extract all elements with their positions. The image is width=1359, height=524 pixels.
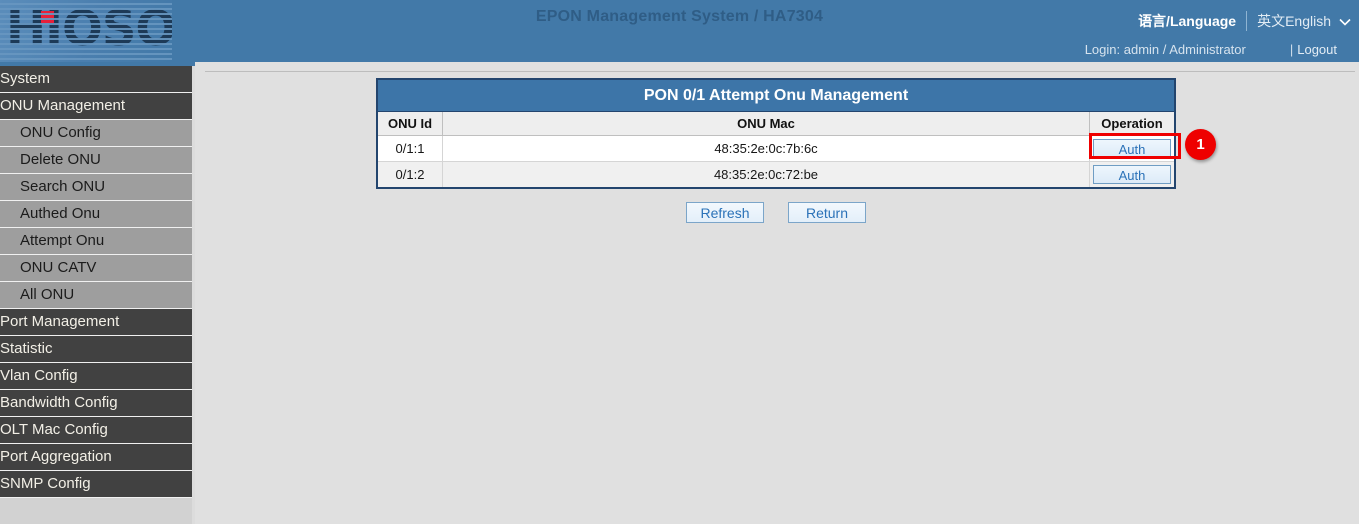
sidebar-item-system[interactable]: System	[0, 66, 192, 93]
main-content: PON 0/1 Attempt Onu Management ONU Id ON…	[195, 62, 1359, 524]
logout-separator: |	[1290, 42, 1293, 57]
cell-onu-mac: 48:35:2e:0c:72:be	[443, 162, 1090, 188]
sidebar-item-label: System	[0, 66, 50, 92]
sidebar-item-label: Bandwidth Config	[0, 390, 118, 416]
sidebar-item-search-onu[interactable]: Search ONU	[0, 174, 192, 201]
sidebar-item-vlan-config[interactable]: Vlan Config	[0, 363, 192, 390]
page-root: HIOSO EPON Management System / HA7304 语言…	[0, 0, 1359, 524]
auth-button[interactable]: Auth	[1093, 165, 1171, 184]
cell-onu-mac: 48:35:2e:0c:7b:6c	[443, 136, 1090, 162]
divider	[1246, 11, 1247, 31]
language-label: 语言/Language	[1138, 11, 1236, 31]
cell-operation: Auth	[1090, 136, 1175, 162]
sidebar-item-label: ONU CATV	[20, 255, 96, 281]
cell-onu-id: 0/1:1	[378, 136, 443, 162]
sidebar-item-delete-onu[interactable]: Delete ONU	[0, 147, 192, 174]
table-body: 0/1:148:35:2e:0c:7b:6cAuth0/1:248:35:2e:…	[378, 136, 1174, 188]
sidebar-item-authed-onu[interactable]: Authed Onu	[0, 201, 192, 228]
sidebar-item-label: SNMP Config	[0, 471, 91, 497]
sidebar-item-statistic[interactable]: Statistic	[0, 336, 192, 363]
attempt-onu-panel: PON 0/1 Attempt Onu Management ONU Id ON…	[376, 78, 1176, 189]
sidebar-item-onu-management[interactable]: ONU Management	[0, 93, 192, 120]
sidebar-item-label: Port Management	[0, 309, 119, 335]
table-header-row: ONU Id ONU Mac Operation	[378, 112, 1174, 136]
sidebar-item-label: Port Aggregation	[0, 444, 112, 470]
sidebar-item-port-management[interactable]: Port Management	[0, 309, 192, 336]
column-header-operation: Operation	[1090, 112, 1175, 136]
app-header: HIOSO EPON Management System / HA7304 语言…	[0, 0, 1359, 66]
language-selector[interactable]: 语言/Language 英文English	[1138, 10, 1351, 32]
sidebar-item-label: Delete ONU	[20, 147, 101, 173]
attempt-onu-table: ONU Id ONU Mac Operation 0/1:148:35:2e:0…	[378, 112, 1174, 187]
panel-title: PON 0/1 Attempt Onu Management	[378, 80, 1174, 112]
sidebar-item-label: Search ONU	[20, 174, 105, 200]
cell-operation: Auth	[1090, 162, 1175, 188]
logout-link[interactable]: Logout	[1297, 42, 1337, 57]
content-top-rule	[205, 71, 1355, 72]
sidebar-item-label: All ONU	[20, 282, 74, 308]
table-header: ONU Id ONU Mac Operation	[378, 112, 1174, 136]
sidebar-item-snmp-config[interactable]: SNMP Config	[0, 471, 192, 498]
sidebar-item-bandwidth-config[interactable]: Bandwidth Config	[0, 390, 192, 417]
column-header-onu-id: ONU Id	[378, 112, 443, 136]
auth-button[interactable]: Auth	[1093, 139, 1171, 158]
column-header-onu-mac: ONU Mac	[443, 112, 1090, 136]
return-button[interactable]: Return	[788, 202, 866, 223]
form-actions: Refresh Return	[376, 202, 1176, 223]
sidebar-nav: SystemONU ManagementONU ConfigDelete ONU…	[0, 66, 192, 524]
cell-onu-id: 0/1:2	[378, 162, 443, 188]
language-value[interactable]: 英文English	[1257, 11, 1331, 31]
sidebar-item-label: Statistic	[0, 336, 53, 362]
sidebar-item-onu-config[interactable]: ONU Config	[0, 120, 192, 147]
sidebar-item-label: ONU Config	[20, 120, 101, 146]
sidebar-item-label: Authed Onu	[20, 201, 100, 227]
login-user-text: Login: admin / Administrator	[1085, 42, 1246, 57]
sidebar-item-label: ONU Management	[0, 93, 125, 119]
annotation-step-badge: 1	[1185, 129, 1216, 160]
sidebar-item-label: Vlan Config	[0, 363, 78, 389]
sidebar-item-onu-catv[interactable]: ONU CATV	[0, 255, 192, 282]
sidebar-item-olt-mac-config[interactable]: OLT Mac Config	[0, 417, 192, 444]
refresh-button[interactable]: Refresh	[686, 202, 764, 223]
sidebar-item-label: Attempt Onu	[20, 228, 104, 254]
session-info: Login: admin / Administrator | Logout	[1085, 42, 1359, 57]
sidebar-item-all-onu[interactable]: All ONU	[0, 282, 192, 309]
sidebar-item-label: OLT Mac Config	[0, 417, 108, 443]
chevron-down-glyph	[1339, 18, 1351, 26]
sidebar-item-attempt-onu[interactable]: Attempt Onu	[0, 228, 192, 255]
table-row: 0/1:148:35:2e:0c:7b:6cAuth	[378, 136, 1174, 162]
table-row: 0/1:248:35:2e:0c:72:beAuth	[378, 162, 1174, 188]
sidebar-item-port-aggregation[interactable]: Port Aggregation	[0, 444, 192, 471]
chevron-down-icon[interactable]	[1339, 14, 1351, 29]
